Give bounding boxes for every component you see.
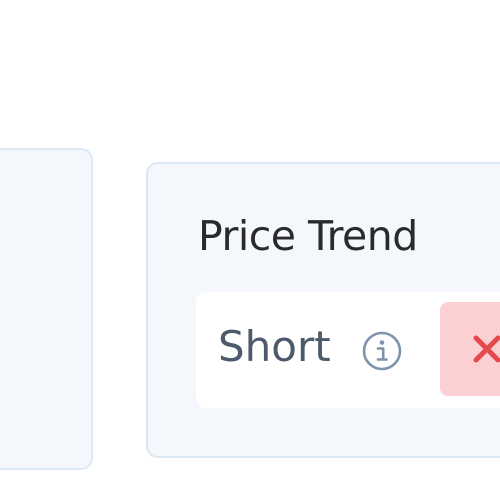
info-icon[interactable] <box>361 330 403 372</box>
trend-status-indicator <box>440 302 500 396</box>
trend-row: Short <box>196 292 500 408</box>
price-trend-card: Price Trend Short <box>146 162 500 458</box>
trend-label: Short <box>218 322 331 371</box>
close-icon <box>470 332 500 366</box>
card-title: Price Trend <box>198 212 418 260</box>
adjacent-card <box>0 148 93 470</box>
screen: Price Trend Short <box>0 0 500 500</box>
